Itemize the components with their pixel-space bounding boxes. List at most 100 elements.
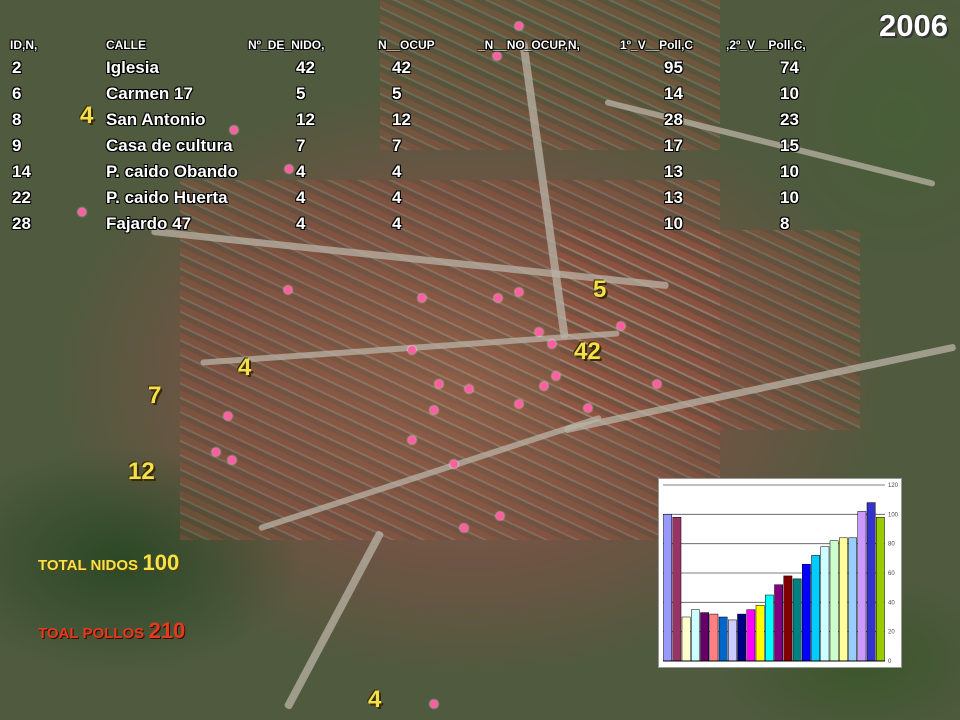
- y-tick-label: 0: [888, 659, 892, 665]
- y-tick-label: 60: [888, 571, 895, 577]
- nest-marker: [230, 126, 238, 134]
- table-cell: 28: [12, 214, 31, 233]
- table-cell: 7: [392, 136, 402, 155]
- nest-marker: [430, 700, 438, 708]
- y-tick-label: 20: [888, 630, 895, 636]
- bar-11: [765, 594, 774, 662]
- table-cell: Fajardo 47: [106, 214, 192, 233]
- bar-22: [866, 502, 876, 662]
- table-cell: 2: [12, 58, 22, 77]
- total-nests-value: 100: [142, 550, 180, 575]
- year-label: 2006: [879, 8, 948, 43]
- bar-8: [737, 613, 746, 662]
- table-cell: 4: [296, 162, 306, 181]
- header-id: ID,N,: [10, 38, 38, 52]
- table-cell: 17: [664, 136, 683, 155]
- nest-marker: [515, 400, 523, 408]
- nest-marker: [617, 322, 625, 330]
- table-cell: 15: [780, 136, 799, 155]
- nest-marker: [540, 382, 548, 390]
- nest-marker: [552, 372, 560, 380]
- nest-marker: [78, 208, 86, 216]
- table-cell: 42: [392, 58, 411, 77]
- street: [283, 529, 385, 711]
- nest-marker: [285, 165, 293, 173]
- nest-marker: [493, 52, 501, 60]
- table-cell: 22: [12, 188, 31, 207]
- bar-5: [709, 613, 719, 662]
- header-ocup: N__OCUP: [378, 38, 435, 52]
- nest-marker: [430, 406, 438, 414]
- y-tick-label: 120: [888, 483, 899, 489]
- nest-marker: [653, 380, 661, 388]
- bar-19: [839, 537, 848, 662]
- nest-marker: [496, 512, 504, 520]
- bar-16: [811, 555, 820, 662]
- table-cell: 28: [664, 110, 683, 129]
- map-label: 42: [574, 338, 601, 365]
- header-2v-poll: ,2º_V__Poll,C,: [726, 38, 806, 52]
- map-label: 4: [368, 686, 382, 713]
- nest-marker: [228, 456, 236, 464]
- nest-marker: [284, 286, 292, 294]
- table-cell: Iglesia: [106, 58, 159, 77]
- table-cell: 8: [12, 110, 22, 129]
- table-cell: 14: [664, 84, 683, 103]
- map-label: 12: [128, 458, 155, 485]
- table-cell: 23: [780, 110, 799, 129]
- table-cell: 4: [296, 188, 306, 207]
- table-cell: 7: [296, 136, 306, 155]
- nest-marker: [494, 294, 502, 302]
- bar-6: [718, 616, 728, 662]
- table-cell: 42: [296, 58, 315, 77]
- table-cell: 13: [664, 188, 683, 207]
- map-label: 5: [593, 276, 607, 303]
- bar-12: [774, 584, 783, 662]
- table-cell: 4: [392, 162, 402, 181]
- y-tick-label: 100: [888, 512, 899, 518]
- bar-9: [746, 609, 756, 662]
- nest-marker: [548, 340, 556, 348]
- nest-marker: [408, 346, 416, 354]
- table-cell: 5: [392, 84, 402, 103]
- total-chicks-value: 210: [148, 618, 186, 643]
- table-cell: 13: [664, 162, 683, 181]
- table-cell: 8: [780, 214, 790, 233]
- table-cell: 14: [12, 162, 31, 181]
- nest-marker: [224, 412, 232, 420]
- bar-14: [792, 578, 802, 662]
- total-chicks: TOAL POLLOS 210: [38, 618, 185, 644]
- bar-chart: 0 20 40 60 80 100 120: [658, 478, 902, 668]
- bar-chart-svg: 0 20 40 60 80 100 120: [663, 483, 899, 665]
- nest-marker: [435, 380, 443, 388]
- table-cell: 95: [664, 58, 683, 77]
- table-cell: 74: [780, 58, 799, 77]
- map-label: 4: [80, 102, 94, 129]
- table-cell: P. caido Obando: [106, 162, 238, 181]
- y-tick-label: 80: [888, 542, 895, 548]
- bar-21: [857, 511, 867, 662]
- table-cell: 4: [392, 214, 402, 233]
- bar-20: [848, 537, 857, 662]
- nest-marker: [450, 460, 458, 468]
- table-cell: Casa de cultura: [106, 136, 233, 155]
- header-1v-poll: 1º_V__Poll,C: [620, 38, 694, 52]
- nest-marker: [465, 385, 473, 393]
- table-cell: 5: [296, 84, 306, 103]
- bar-4: [700, 612, 709, 662]
- bar-7: [728, 619, 737, 662]
- table-cell: 10: [780, 188, 799, 207]
- table-cell: 4: [392, 188, 402, 207]
- nest-marker: [535, 328, 543, 336]
- nest-marker: [460, 524, 468, 532]
- header-no-ocup: _N__NO_OCUP,N,: [478, 38, 580, 52]
- table-cell: 9: [12, 136, 22, 155]
- nest-marker: [212, 448, 220, 456]
- map-label: 7: [148, 382, 162, 409]
- nest-marker: [584, 404, 592, 412]
- bar-17: [820, 546, 830, 662]
- table-cell: 10: [664, 214, 683, 233]
- bar-18: [829, 540, 839, 662]
- header-calle: CALLE: [106, 38, 146, 52]
- aerial-map: 2006 ID,N, CALLE Nº_DE_NIDO, N__OCUP _N_…: [0, 0, 960, 720]
